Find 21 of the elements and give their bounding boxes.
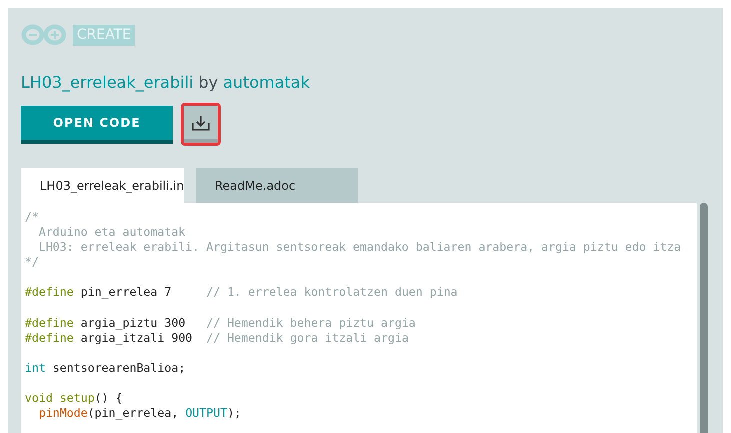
code-line: #define argia_piztu 300 // Hemendik behera piztu argia [25, 316, 416, 331]
code-line: void setup() { [25, 391, 123, 406]
code-line: */ [25, 255, 39, 270]
by-text: by [198, 73, 218, 92]
code-line: LH03: erreleak erabili. Argitasun sentsoreak emandako baliaren arabera, argia piztu edo itza [38, 240, 682, 256]
code-line: #define argia_itzali 900 // Hemendik gora itzali argia [25, 330, 409, 346]
code-line: int sentsorearenBalioa; [25, 360, 186, 376]
file-tab[interactable]: ReadMe.adoc [196, 168, 358, 203]
code-line: pinMode(pin_errelea, OUTPUT); [38, 406, 242, 422]
author-link[interactable]: automatak [223, 73, 310, 92]
code-line: #define pin_errelea 7 // 1. errelea kontrolatzen duen pina [25, 285, 458, 301]
logo-icon [21, 24, 69, 46]
code-line: Arduino eta automatak [38, 225, 186, 240]
sketch-name-link[interactable]: LH03_erreleak_erabili [21, 73, 194, 92]
download-button[interactable] [184, 106, 218, 143]
code-line: /* [25, 210, 39, 226]
logo-text: CREATE [73, 24, 136, 46]
download-icon [191, 114, 211, 132]
scrollbar-thumb[interactable] [700, 203, 708, 433]
open-code-button[interactable]: OPEN CODE [21, 106, 173, 144]
file-tab[interactable]: LH03_erreleak_erabili.in [21, 168, 184, 203]
